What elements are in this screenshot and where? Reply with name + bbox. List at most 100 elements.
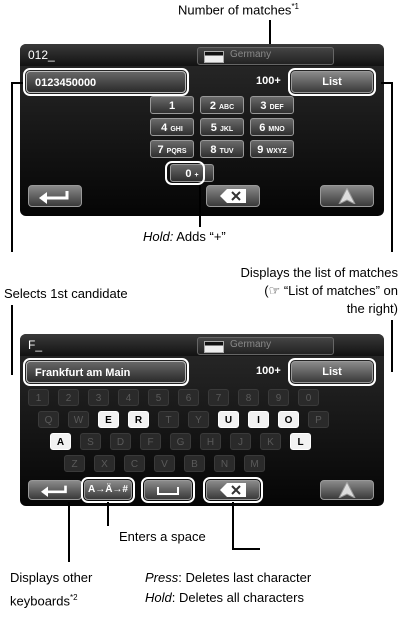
numeric-key[interactable]: 7 PQRS — [150, 140, 194, 158]
key-digit: 1 — [168, 100, 176, 112]
keyboard-key[interactable]: D — [110, 433, 131, 450]
country-selector[interactable]: Germany — [197, 337, 334, 355]
country-selector[interactable]: Germany — [197, 47, 334, 65]
back-arrow-icon — [41, 485, 67, 497]
keyboard-key[interactable]: 3 — [88, 389, 109, 406]
keyboard-key[interactable]: X — [94, 455, 115, 472]
keyboard-key[interactable]: 2 — [58, 389, 79, 406]
key-letters: WXYZ — [266, 148, 287, 155]
keyboard-key[interactable]: W — [68, 411, 89, 428]
keyboard-key[interactable]: 5 — [148, 389, 169, 406]
annotation-hold-label: Hold: — [143, 229, 174, 244]
leader-line — [391, 320, 393, 372]
numeric-key[interactable]: 9 WXYZ — [250, 140, 294, 158]
numeric-key[interactable]: 8 TUV — [200, 140, 244, 158]
back-button[interactable] — [28, 480, 82, 500]
keyboard-key[interactable]: G — [170, 433, 191, 450]
key-letters: PQRS — [166, 148, 187, 155]
keyboard-key[interactable]: T — [158, 411, 179, 428]
annotation-line: the right) — [346, 301, 398, 316]
numeric-keyboard-screen: 012_ Germany 0123450000 100+ List 1 2 AB… — [20, 44, 384, 216]
navigate-button[interactable] — [320, 185, 374, 207]
keyboard-key[interactable]: I — [248, 411, 269, 428]
keyboard-key[interactable]: U — [218, 411, 239, 428]
leader-line — [11, 82, 13, 252]
alphabet-keyboard-screen: F_ Germany Frankfurt am Main 100+ List 1… — [20, 334, 384, 506]
keyboard-key[interactable]: Q — [38, 411, 59, 428]
highlight-list — [288, 68, 376, 96]
highlight-candidate — [23, 358, 189, 386]
flag-icon — [204, 51, 224, 63]
keyboard-key[interactable]: 9 — [268, 389, 289, 406]
keyboard-key[interactable]: A — [50, 433, 71, 450]
annotation-selects-candidate: Selects 1st candidate — [4, 286, 128, 301]
keyboard-key[interactable]: 4 — [118, 389, 139, 406]
navigate-button[interactable] — [320, 480, 374, 500]
keyboard-key[interactable]: R — [128, 411, 149, 428]
title-bar: 012_ Germany — [20, 44, 384, 66]
keyboard-key[interactable]: N — [214, 455, 235, 472]
leader-line — [11, 305, 13, 375]
keyboard-key[interactable]: H — [200, 433, 221, 450]
keyboard-key[interactable]: F — [140, 433, 161, 450]
country-label: Germany — [230, 49, 272, 60]
leader-line — [199, 185, 201, 227]
keyboard-key[interactable]: E — [98, 411, 119, 428]
keyboard-key[interactable]: 8 — [238, 389, 259, 406]
keyboard-key[interactable]: 0 — [298, 389, 319, 406]
leader-line — [232, 548, 260, 550]
key-digit: 2 — [209, 100, 216, 112]
navigation-arrow-icon — [337, 186, 357, 206]
leader-line — [232, 502, 234, 550]
highlight-list — [288, 358, 376, 386]
keyboard-key[interactable]: B — [184, 455, 205, 472]
numeric-key[interactable]: 6 MNO — [250, 118, 294, 136]
flag-icon — [204, 341, 224, 353]
key-digit: 6 — [259, 122, 266, 134]
keyboard-key[interactable]: S — [80, 433, 101, 450]
numeric-key[interactable]: 4 GHI — [150, 118, 194, 136]
keyboard-key[interactable]: O — [278, 411, 299, 428]
match-count: 100+ — [256, 365, 281, 377]
annotation-enters-space: Enters a space — [119, 529, 206, 544]
title-bar: F_ Germany — [20, 334, 384, 356]
annotation-line: Displays other — [10, 570, 93, 585]
annotation-text: Adds “+” — [173, 229, 226, 244]
keyboard-key[interactable]: K — [260, 433, 281, 450]
delete-button[interactable] — [206, 185, 260, 207]
highlight-delete — [203, 477, 263, 503]
annotation-number-of-matches: Number of matches*1 — [178, 2, 299, 17]
backspace-icon — [220, 189, 246, 203]
match-count: 100+ — [256, 75, 281, 87]
numeric-key[interactable]: 2 ABC — [200, 96, 244, 114]
footnote-mark: *2 — [69, 593, 78, 602]
keyboard-key[interactable]: L — [290, 433, 311, 450]
key-letters: JKL — [219, 126, 234, 133]
keyboard-key[interactable]: 1 — [28, 389, 49, 406]
key-letters: ABC — [219, 104, 235, 111]
annotation-press-label: Press — [145, 570, 179, 585]
keyboard-key[interactable]: 7 — [208, 389, 229, 406]
keyboard-key[interactable]: Z — [64, 455, 85, 472]
key-digit: 4 — [161, 122, 168, 134]
leader-line — [11, 82, 23, 84]
numeric-key[interactable]: 1 — [150, 96, 194, 114]
keyboard-key[interactable]: P — [308, 411, 329, 428]
keyboard-key[interactable]: V — [154, 455, 175, 472]
keyboard-key[interactable]: C — [124, 455, 145, 472]
key-letters: TUV — [219, 148, 234, 155]
annotation-other-keyboards: Displays other keyboards*2 — [10, 568, 92, 611]
numeric-key[interactable]: 3 DEF — [250, 96, 294, 114]
keyboard-key[interactable]: J — [230, 433, 251, 450]
typed-input: 012_ — [28, 48, 55, 62]
back-button[interactable] — [28, 185, 82, 207]
key-digit: 5 — [210, 122, 217, 134]
keyboard-key[interactable]: Y — [188, 411, 209, 428]
annotation-line: Displays the list of matches — [240, 265, 398, 280]
annotation-line: keyboards — [10, 593, 70, 609]
key-digit: 9 — [257, 144, 264, 156]
keyboard-key[interactable]: 6 — [178, 389, 199, 406]
keyboard-key[interactable]: M — [244, 455, 265, 472]
numeric-key[interactable]: 5 JKL — [200, 118, 244, 136]
leader-line — [391, 82, 393, 252]
